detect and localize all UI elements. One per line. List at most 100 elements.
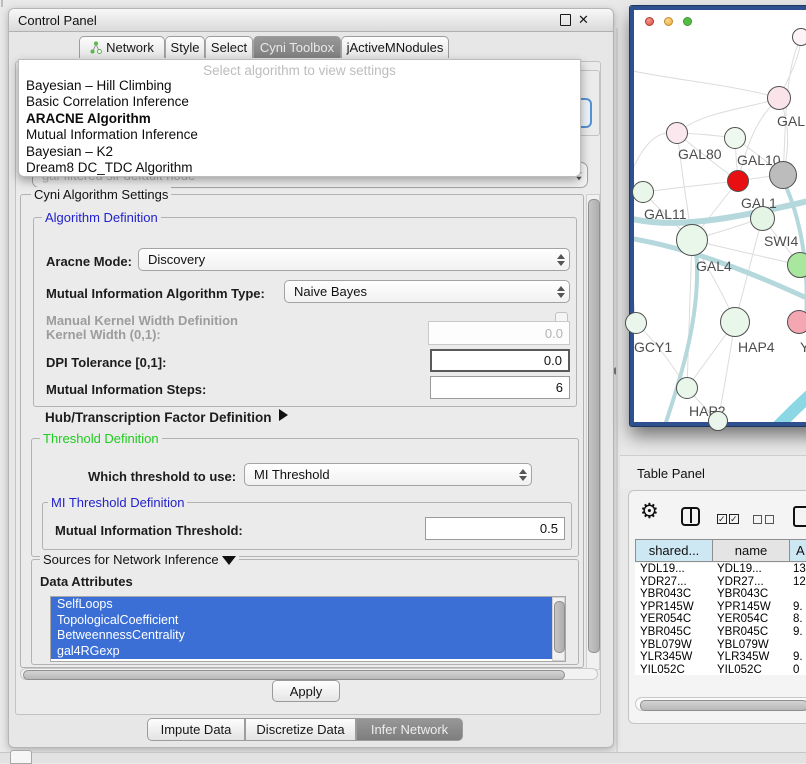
collapse-arrow-icon[interactable] xyxy=(222,556,236,565)
tab-label: Discretize Data xyxy=(256,722,344,737)
aracne-mode-combo[interactable]: Discovery xyxy=(138,248,570,271)
tab-impute-data[interactable]: Impute Data xyxy=(147,718,245,741)
cell: YBR043C xyxy=(635,588,712,601)
expander-arrow-icon[interactable] xyxy=(279,409,288,421)
attribute-item[interactable]: TopologicalCoefficient xyxy=(51,613,552,629)
deselect-icon[interactable] xyxy=(753,515,762,524)
mi-threshold-group: MI Threshold Definition Mutual Informati… xyxy=(42,502,572,550)
cyni-algorithm-settings-group: Cyni Algorithm Settings Algorithm Defini… xyxy=(20,194,584,668)
hub-factor-expander[interactable]: Hub/Transcription Factor Definition xyxy=(45,410,272,425)
network-node[interactable] xyxy=(792,28,806,46)
table-row[interactable]: YIL052CYIL052C0 xyxy=(635,664,806,675)
tab-network[interactable]: Network xyxy=(79,36,165,58)
mi-steps-field[interactable]: 6 xyxy=(430,376,570,399)
cell xyxy=(789,639,806,652)
cell: YDR27... xyxy=(712,576,789,589)
new-table-icon[interactable] xyxy=(793,506,806,527)
table-rows: YDL19...YDL19...13 YDR27...YDR27...12 YB… xyxy=(635,563,806,675)
table-scrollbar-horizontal[interactable] xyxy=(635,697,806,711)
algorithm-option[interactable]: Dream8 DC_TDC Algorithm xyxy=(19,160,580,176)
control-panel-titlebar[interactable]: Control Panel ✕ xyxy=(9,9,613,32)
table-row[interactable]: YBR043CYBR043C xyxy=(635,588,806,601)
network-node[interactable] xyxy=(750,206,775,231)
network-node[interactable] xyxy=(787,252,806,278)
combo-arrows-icon xyxy=(553,254,569,266)
network-node[interactable] xyxy=(724,127,746,149)
network-node[interactable] xyxy=(666,122,688,144)
table-row[interactable]: YDL19...YDL19...13 xyxy=(635,563,806,576)
network-node[interactable] xyxy=(769,161,797,189)
algorithm-option-selected[interactable]: ARACNE Algorithm xyxy=(19,111,580,127)
kernel-width-field[interactable]: 0.0 xyxy=(428,321,570,345)
network-node[interactable] xyxy=(787,310,806,334)
settings-scrollbar-vertical[interactable] xyxy=(586,194,600,670)
tab-cyni-toolbox[interactable]: Cyni Toolbox xyxy=(253,36,341,58)
attribute-item[interactable]: gal4RGexp xyxy=(51,644,552,660)
attribute-item[interactable]: SelfLoops xyxy=(51,597,552,613)
dpi-tolerance-field[interactable]: 0.0 xyxy=(430,349,570,372)
cyni-tab-content: gal-filtered sir default node Select alg… xyxy=(15,61,601,715)
apply-button[interactable]: Apply xyxy=(272,680,340,702)
algorithm-option[interactable]: Mutual Information Inference xyxy=(19,127,580,143)
float-window-icon[interactable] xyxy=(560,14,571,26)
network-view-window[interactable]: GAL GAL80 GAL10 GAL1 GAL11 SWI4 GAL4 GCY… xyxy=(630,6,806,426)
column-header-shared-name[interactable]: shared... xyxy=(635,539,713,562)
network-node[interactable] xyxy=(767,86,791,110)
select-all-icon[interactable]: ✓ xyxy=(717,514,727,524)
network-node[interactable] xyxy=(720,307,750,337)
node-label: SWI4 xyxy=(764,233,798,249)
tab-jactivemnodules[interactable]: jActiveMNodules xyxy=(341,36,449,58)
mi-type-combo[interactable]: Naive Bayes xyxy=(284,280,570,303)
table-hscrollbar-thumb[interactable] xyxy=(640,700,806,711)
column-header-label: A xyxy=(796,543,805,558)
node-label: GAL xyxy=(777,113,805,129)
threshold-definition-title: Threshold Definition xyxy=(40,431,162,446)
table-row[interactable]: YLR345WYLR345W9. xyxy=(635,651,806,664)
tab-infer-network[interactable]: Infer Network xyxy=(356,718,463,741)
settings-hscrollbar-thumb[interactable] xyxy=(23,670,565,680)
mi-threshold-field[interactable]: 0.5 xyxy=(425,517,565,540)
combo-arrows-icon xyxy=(515,469,531,481)
tab-label: Infer Network xyxy=(371,722,448,737)
tab-label: jActiveMNodules xyxy=(347,40,444,55)
close-window-icon[interactable]: ✕ xyxy=(578,13,589,26)
table-row[interactable]: YDR27...YDR27...12 xyxy=(635,576,806,589)
attribute-item[interactable]: BetweennessCentrality xyxy=(51,628,552,644)
cell: YLR345W xyxy=(712,651,789,664)
cell: 8. xyxy=(789,613,806,626)
select-all-icon2[interactable]: ✓ xyxy=(729,514,739,524)
network-node[interactable] xyxy=(632,181,654,203)
list-scrollbar[interactable] xyxy=(552,597,565,661)
control-panel-window: Control Panel ✕ Network Style Select Cyn… xyxy=(8,8,614,748)
column-header-partial[interactable]: A xyxy=(789,539,806,562)
columns-icon[interactable] xyxy=(681,507,700,526)
cell: YLR345W xyxy=(635,651,712,664)
network-node[interactable] xyxy=(676,377,698,399)
mi-threshold-title: MI Threshold Definition xyxy=(48,495,187,510)
settings-scrollbar-thumb[interactable] xyxy=(588,199,600,653)
table-row[interactable]: YER054CYER054C8. xyxy=(635,613,806,626)
network-node[interactable] xyxy=(727,170,749,192)
deselect-icon2[interactable] xyxy=(765,515,774,524)
column-header-name[interactable]: name xyxy=(712,539,790,562)
algorithm-option[interactable]: Bayesian – K2 xyxy=(19,144,580,160)
which-threshold-combo[interactable]: MI Threshold xyxy=(244,463,532,486)
table-row[interactable]: YPR145WYPR145W9. xyxy=(635,601,806,614)
algorithm-option[interactable]: Bayesian – Hill Climbing xyxy=(19,78,580,94)
tab-select[interactable]: Select xyxy=(205,36,253,58)
cell: YIL052C xyxy=(712,664,789,675)
network-node[interactable] xyxy=(708,411,728,431)
split-divider[interactable] xyxy=(616,28,618,752)
settings-scrollbar-horizontal[interactable] xyxy=(20,668,598,680)
tab-discretize-data[interactable]: Discretize Data xyxy=(245,718,356,741)
network-node[interactable] xyxy=(676,224,708,256)
list-scrollbar-thumb[interactable] xyxy=(554,601,565,653)
network-icon xyxy=(90,41,102,54)
cell: YBL079W xyxy=(712,639,789,652)
tab-style[interactable]: Style xyxy=(165,36,205,58)
network-node[interactable] xyxy=(625,312,647,334)
gear-icon[interactable]: ⚙ xyxy=(640,499,659,524)
table-row[interactable]: YBR045CYBR045C9. xyxy=(635,626,806,639)
algorithm-option[interactable]: Basic Correlation Inference xyxy=(19,94,580,110)
table-row[interactable]: YBL079WYBL079W xyxy=(635,639,806,652)
